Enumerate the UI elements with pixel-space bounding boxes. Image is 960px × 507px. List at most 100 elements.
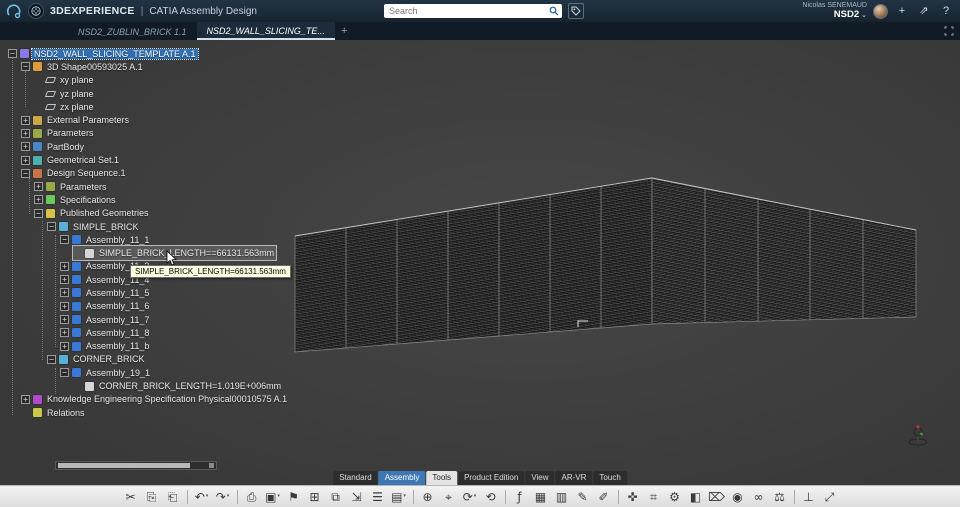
expand-icon[interactable]: + bbox=[21, 128, 30, 138]
tree-item-nsd2-wall-slicing-template-a-1[interactable]: − NSD2_WALL_SLICING_TEMPLATE A.1 bbox=[8, 47, 199, 60]
pencil-icon[interactable]: ✎ bbox=[573, 488, 593, 506]
tree-item-assembly-11-5[interactable]: + Assembly_11_5 bbox=[60, 286, 151, 299]
tree-item-design-sequence-1[interactable]: − Design Sequence.1 bbox=[21, 167, 128, 180]
tree-item-assembly-11-6[interactable]: + Assembly_11_6 bbox=[60, 300, 151, 313]
search-icon[interactable] bbox=[549, 6, 559, 16]
tree-item-zx-plane[interactable]: zx plane bbox=[34, 100, 96, 113]
tree-item-simple-brick[interactable]: − SIMPLE_BRICK bbox=[47, 220, 141, 233]
tree-item-geometrical-set-1[interactable]: + Geometrical Set.1 bbox=[21, 153, 121, 166]
scrollbar-thumb[interactable] bbox=[58, 463, 190, 468]
collapse-icon[interactable]: − bbox=[34, 208, 43, 218]
expand-icon[interactable]: + bbox=[21, 394, 30, 404]
tree-item-parameters[interactable]: + Parameters bbox=[21, 127, 96, 140]
chart-icon[interactable]: ▤ ▾ bbox=[389, 488, 409, 506]
brick-wall-left[interactable] bbox=[294, 177, 653, 353]
expand-icon[interactable]: + bbox=[34, 182, 43, 192]
bookmark-icon[interactable]: ⚑ bbox=[284, 488, 304, 506]
brick-wall-right[interactable] bbox=[651, 177, 917, 325]
sheet-icon[interactable]: ▥ bbox=[552, 488, 572, 506]
link-icon[interactable]: ∞ bbox=[749, 488, 769, 506]
collapse-icon[interactable]: − bbox=[21, 62, 30, 72]
tree-item-specifications[interactable]: + Specifications bbox=[34, 193, 118, 206]
tree-item-assembly-11-7[interactable]: + Assembly_11_7 bbox=[60, 313, 151, 326]
collapse-icon[interactable]: − bbox=[60, 235, 69, 245]
droplet-icon[interactable]: ◉ bbox=[728, 488, 748, 506]
scrollbar-button[interactable] bbox=[209, 463, 214, 468]
ribbon-tab-view[interactable]: View bbox=[525, 471, 555, 485]
table-icon[interactable]: ▦ bbox=[531, 488, 551, 506]
view-compass[interactable] bbox=[908, 425, 928, 446]
window-icon[interactable]: ⧉ bbox=[326, 488, 346, 506]
tree-item-parameters[interactable]: + Parameters bbox=[34, 180, 109, 193]
workspace-selector[interactable]: NSD2 ⌄ bbox=[802, 9, 867, 20]
tree-item-external-parameters[interactable]: + External Parameters bbox=[21, 113, 131, 126]
tree-item-published-geometries[interactable]: − Published Geometries bbox=[34, 207, 151, 220]
knife-icon[interactable]: ✐ bbox=[594, 488, 614, 506]
grid-icon[interactable]: ⊞ bbox=[305, 488, 325, 506]
copy-icon[interactable]: ⎘ bbox=[142, 488, 162, 506]
expand-icon[interactable]: + bbox=[60, 275, 69, 285]
expand-icon[interactable]: + bbox=[21, 142, 30, 152]
expand-icon[interactable]: + bbox=[34, 195, 43, 205]
expand-icon[interactable]: + bbox=[21, 155, 30, 165]
ribbon-tab-touch[interactable]: Touch bbox=[593, 471, 627, 485]
measure-grid-icon[interactable]: ⌗ bbox=[644, 488, 664, 506]
tree-item-assembly-11-8[interactable]: + Assembly_11_8 bbox=[60, 326, 151, 339]
compass-button[interactable] bbox=[28, 3, 44, 19]
eraser-icon[interactable]: ⌦ bbox=[707, 488, 727, 506]
tree-item-xy-plane[interactable]: xy plane bbox=[34, 74, 96, 87]
add-button[interactable]: + bbox=[894, 3, 910, 19]
tree-item-corner-brick-length-1-019e-006mm[interactable]: CORNER_BRICK_LENGTH=1.019E+006mm bbox=[73, 379, 283, 392]
print-icon[interactable]: ⎙ bbox=[242, 488, 262, 506]
measure-compass-icon[interactable]: ✜ bbox=[623, 488, 643, 506]
expand-icon[interactable]: + bbox=[60, 261, 69, 271]
tab-nsd2-wall-slicing-te[interactable]: NSD2_WALL_SLICING_TE... bbox=[196, 22, 335, 40]
formula-icon[interactable]: ƒ bbox=[510, 488, 530, 506]
tree-item-corner-brick[interactable]: − CORNER_BRICK bbox=[47, 353, 147, 366]
viewport-3d[interactable]: − NSD2_WALL_SLICING_TEMPLATE A.1−3D Shape… bbox=[0, 40, 960, 507]
share-button[interactable]: ⇗ bbox=[916, 3, 932, 19]
ribbon-tab-product-edition[interactable]: Product Edition bbox=[458, 471, 525, 485]
undo-icon[interactable]: ↶ ▾ bbox=[192, 488, 212, 506]
tab-nsd2-zublin-brick-1-1[interactable]: NSD2_ZUBLIN_BRICK 1.1 bbox=[68, 22, 197, 40]
tree-item-assembly-19-1[interactable]: − Assembly_19_1 bbox=[60, 366, 152, 379]
ribbon-tab-tools[interactable]: Tools bbox=[426, 471, 458, 485]
paste-icon[interactable]: ⎗ bbox=[163, 488, 183, 506]
tree-item-3d-shape00593025-a-1[interactable]: − 3D Shape00593025 A.1 bbox=[21, 60, 145, 73]
tree-item-yz-plane[interactable]: yz plane bbox=[34, 87, 96, 100]
search-input[interactable] bbox=[384, 6, 549, 16]
collapse-icon[interactable]: − bbox=[8, 49, 17, 59]
avatar[interactable] bbox=[873, 3, 888, 19]
collapse-icon[interactable]: − bbox=[21, 168, 30, 178]
expand-icon[interactable]: + bbox=[60, 288, 69, 298]
axis-icon[interactable]: ⊥ bbox=[799, 488, 819, 506]
tree-item-assembly-11-b[interactable]: + Assembly_11_b bbox=[60, 340, 151, 353]
insert-icon[interactable]: ⊕ bbox=[418, 488, 438, 506]
collapse-icon[interactable]: − bbox=[47, 354, 56, 364]
palette-icon[interactable]: ◧ bbox=[686, 488, 706, 506]
tree-item-partbody[interactable]: + PartBody bbox=[21, 140, 86, 153]
tree-item-assembly-11-1[interactable]: − Assembly_11_1 bbox=[60, 233, 151, 246]
new-tab-button[interactable]: + bbox=[335, 22, 353, 40]
expand-icon[interactable]: + bbox=[60, 315, 69, 325]
tag-icon[interactable] bbox=[568, 3, 584, 19]
horizontal-scrollbar[interactable] bbox=[55, 461, 217, 470]
expand-icon[interactable]: + bbox=[60, 301, 69, 311]
expand-icon[interactable]: + bbox=[60, 341, 69, 351]
gear-icon[interactable]: ⚙ bbox=[665, 488, 685, 506]
display-icon[interactable]: ▣ ▾ bbox=[263, 488, 283, 506]
ribbon-tab-ar-vr[interactable]: AR-VR bbox=[555, 471, 593, 485]
ribbon-tab-assembly[interactable]: Assembly bbox=[378, 471, 426, 485]
tree-item-relations[interactable]: Relations bbox=[21, 406, 87, 419]
help-button[interactable]: ? bbox=[938, 3, 954, 19]
collapse-icon[interactable]: − bbox=[60, 368, 69, 378]
cut-icon[interactable]: ✂ bbox=[121, 488, 141, 506]
ribbon-tab-standard[interactable]: Standard bbox=[333, 471, 378, 485]
weight-icon[interactable]: ⚖ bbox=[770, 488, 790, 506]
expand-icon[interactable]: + bbox=[21, 115, 30, 125]
collapse-icon[interactable]: − bbox=[47, 222, 56, 231]
refresh-icon[interactable]: ⟳ ▾ bbox=[460, 488, 480, 506]
expand-icon[interactable]: + bbox=[60, 328, 69, 338]
export-icon[interactable]: ⇲ bbox=[347, 488, 367, 506]
list-icon[interactable]: ☰ bbox=[368, 488, 388, 506]
